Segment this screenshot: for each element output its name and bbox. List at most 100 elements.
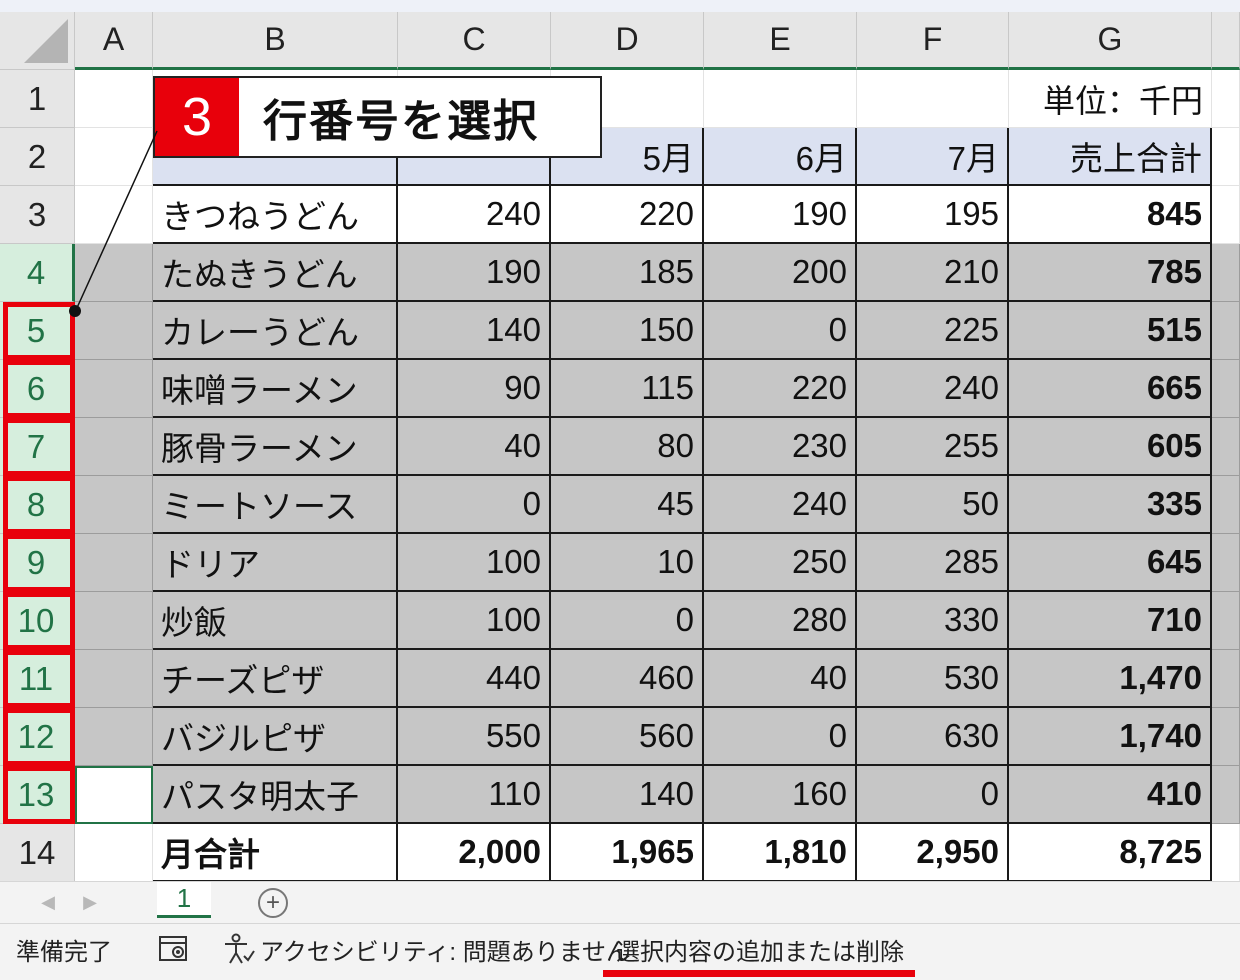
cell-a5[interactable] [75,302,153,360]
cell-h14[interactable] [1212,824,1240,881]
row-header-1[interactable]: 1 [0,70,75,128]
cell-e13[interactable]: 160 [704,766,857,824]
cell-e10[interactable]: 280 [704,592,857,650]
column-header-f[interactable]: F [857,12,1009,70]
cell-e11[interactable]: 40 [704,650,857,708]
cell-c11[interactable]: 440 [398,650,551,708]
cell-b5[interactable]: カレーうどん [153,302,398,360]
cell-f2[interactable]: 7月 [857,128,1009,186]
cell-a6[interactable] [75,360,153,418]
cell-a10[interactable] [75,592,153,650]
cell-d4[interactable]: 185 [551,244,704,302]
cell-b14[interactable]: 月合計 [153,824,398,881]
cell-b8[interactable]: ミートソース [153,476,398,534]
cell-b6[interactable]: 味噌ラーメン [153,360,398,418]
cell-g5[interactable]: 515 [1009,302,1212,360]
cell-a12[interactable] [75,708,153,766]
cell-e1[interactable] [704,70,857,128]
cell-f6[interactable]: 240 [857,360,1009,418]
cell-c10[interactable]: 100 [398,592,551,650]
cell-d9[interactable]: 10 [551,534,704,592]
cell-a1[interactable] [75,70,153,128]
cell-c5[interactable]: 140 [398,302,551,360]
cell-g13[interactable]: 410 [1009,766,1212,824]
scroll-right-icon[interactable]: ▶ [80,890,100,914]
add-sheet-icon[interactable]: + [258,888,288,918]
cell-a3[interactable] [75,186,153,244]
cell-e8[interactable]: 240 [704,476,857,534]
cell-h1[interactable] [1212,70,1240,128]
cell-f3[interactable]: 195 [857,186,1009,244]
cell-a7[interactable] [75,418,153,476]
cell-a9[interactable] [75,534,153,592]
cell-e3[interactable]: 190 [704,186,857,244]
column-header-c[interactable]: C [398,12,551,70]
cell-g14[interactable]: 8,725 [1009,824,1212,881]
column-header-a[interactable]: A [75,12,153,70]
cell-g10[interactable]: 710 [1009,592,1212,650]
cell-e7[interactable]: 230 [704,418,857,476]
cell-e14[interactable]: 1,810 [704,824,857,881]
cell-f13[interactable]: 0 [857,766,1009,824]
macro-record-icon[interactable] [158,924,190,974]
cell-b12[interactable]: バジルピザ [153,708,398,766]
column-header-d[interactable]: D [551,12,704,70]
cell-d7[interactable]: 80 [551,418,704,476]
cell-h4[interactable] [1212,244,1240,302]
cell-d8[interactable]: 45 [551,476,704,534]
cell-b13[interactable]: パスタ明太子 [153,766,398,824]
cell-h7[interactable] [1212,418,1240,476]
cell-h6[interactable] [1212,360,1240,418]
cell-f14[interactable]: 2,950 [857,824,1009,881]
cell-b4[interactable]: たぬきうどん [153,244,398,302]
cell-c12[interactable]: 550 [398,708,551,766]
row-header-3[interactable]: 3 [0,186,75,244]
cell-b10[interactable]: 炒飯 [153,592,398,650]
cell-b9[interactable]: ドリア [153,534,398,592]
cell-g4[interactable]: 785 [1009,244,1212,302]
cell-c6[interactable]: 90 [398,360,551,418]
cell-f1[interactable] [857,70,1009,128]
cell-c3[interactable]: 240 [398,186,551,244]
cell-e12[interactable]: 0 [704,708,857,766]
cell-f4[interactable]: 210 [857,244,1009,302]
cell-h9[interactable] [1212,534,1240,592]
cell-d10[interactable]: 0 [551,592,704,650]
cell-g9[interactable]: 645 [1009,534,1212,592]
cell-g12[interactable]: 1,740 [1009,708,1212,766]
cell-g2[interactable]: 売上合計 [1009,128,1212,186]
cell-g3[interactable]: 845 [1009,186,1212,244]
cell-h8[interactable] [1212,476,1240,534]
cell-f5[interactable]: 225 [857,302,1009,360]
cell-e5[interactable]: 0 [704,302,857,360]
cell-a4[interactable] [75,244,153,302]
cell-d6[interactable]: 115 [551,360,704,418]
cell-c7[interactable]: 40 [398,418,551,476]
cell-e2[interactable]: 6月 [704,128,857,186]
cell-d14[interactable]: 1,965 [551,824,704,881]
cell-a8[interactable] [75,476,153,534]
cell-d3[interactable]: 220 [551,186,704,244]
cell-d12[interactable]: 560 [551,708,704,766]
column-header-e[interactable]: E [704,12,857,70]
cell-b7[interactable]: 豚骨ラーメン [153,418,398,476]
cell-h10[interactable] [1212,592,1240,650]
scroll-left-icon[interactable]: ◀ [38,890,58,914]
cell-a13[interactable] [75,766,153,824]
cell-c14[interactable]: 2,000 [398,824,551,881]
cell-a11[interactable] [75,650,153,708]
cell-e4[interactable]: 200 [704,244,857,302]
cell-g8[interactable]: 335 [1009,476,1212,534]
cell-a14[interactable] [75,824,153,881]
cell-c9[interactable]: 100 [398,534,551,592]
cell-h12[interactable] [1212,708,1240,766]
cell-b11[interactable]: チーズピザ [153,650,398,708]
cell-g11[interactable]: 1,470 [1009,650,1212,708]
row-header-2[interactable]: 2 [0,128,75,186]
cell-g7[interactable]: 605 [1009,418,1212,476]
cell-h11[interactable] [1212,650,1240,708]
cell-g1[interactable]: 単位：千円 [1009,70,1212,128]
cell-f10[interactable]: 330 [857,592,1009,650]
cell-c4[interactable]: 190 [398,244,551,302]
cell-e6[interactable]: 220 [704,360,857,418]
